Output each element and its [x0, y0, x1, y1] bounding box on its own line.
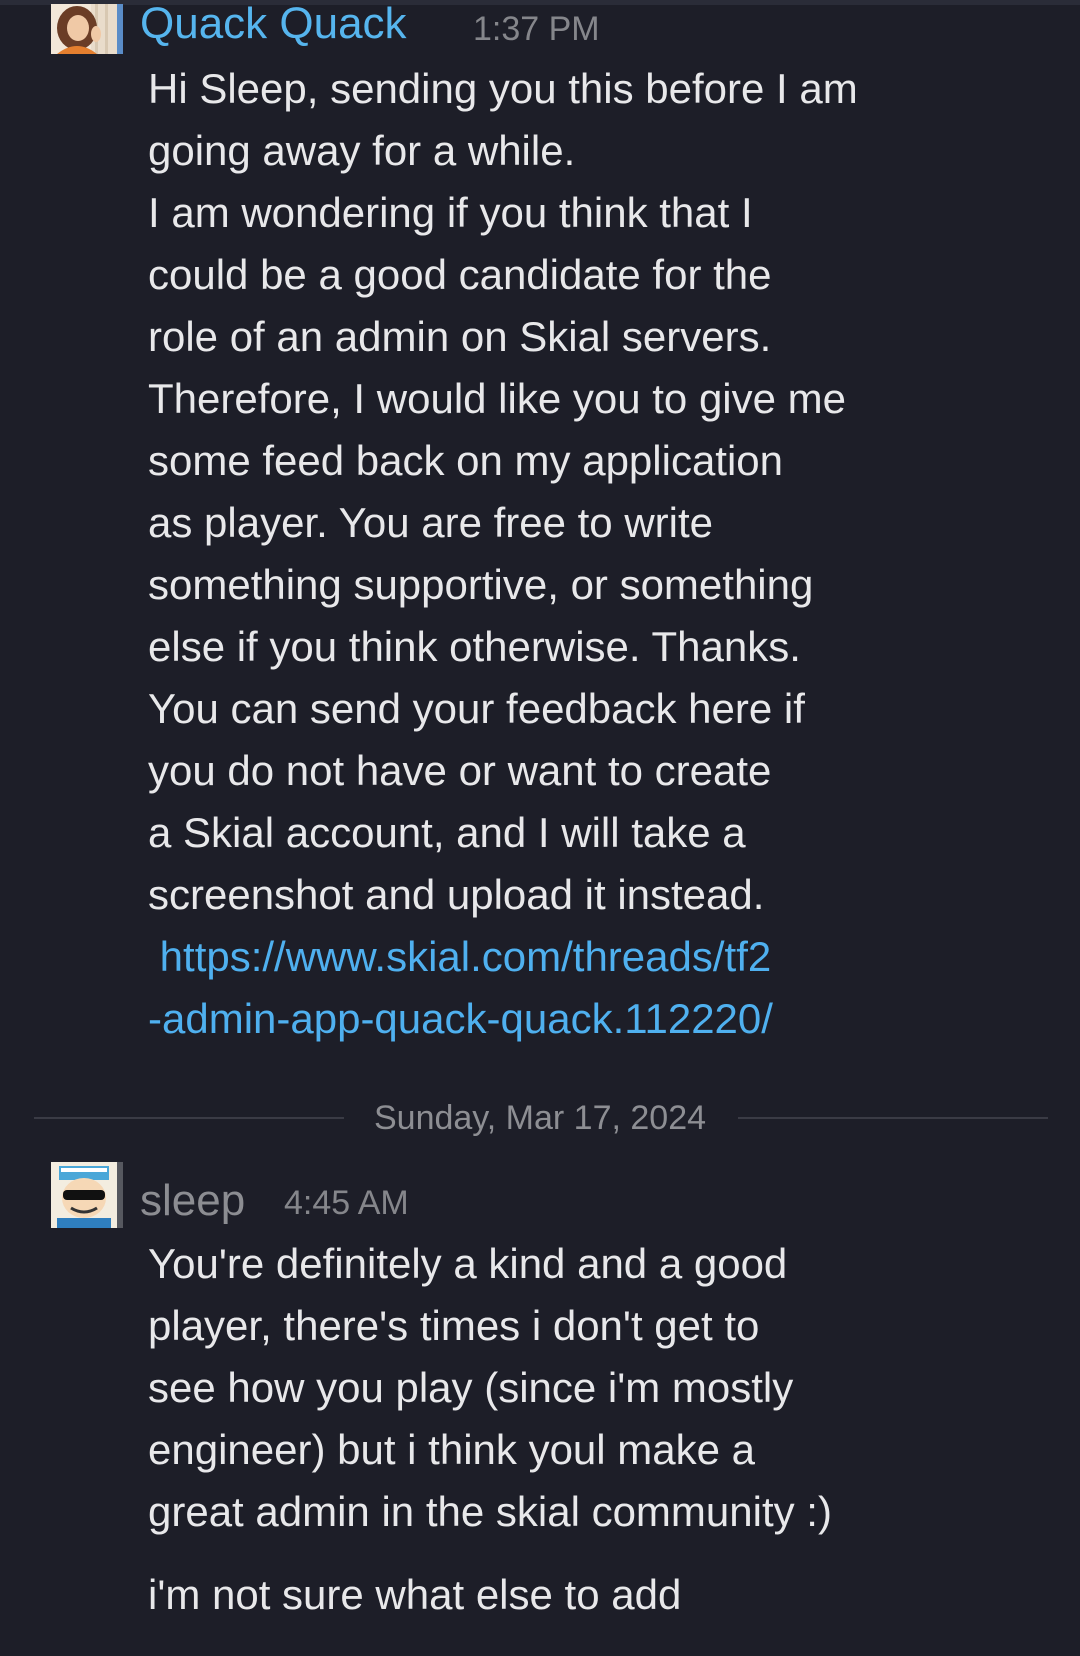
- followup-message: i'm not sure what else to add: [148, 1564, 1028, 1626]
- author-name[interactable]: sleep: [140, 1179, 245, 1223]
- avatar-status-bar: [117, 1162, 123, 1228]
- avatar-quack-quack[interactable]: [51, 4, 117, 54]
- message-line: engineer) but i think youl make a: [148, 1426, 756, 1473]
- divider-line-right: [738, 1117, 1048, 1119]
- avatar-sleep[interactable]: [51, 1162, 117, 1228]
- message-line: going away for a while.: [148, 127, 576, 174]
- thread-link[interactable]: https://www.skial.com/threads/tf2: [148, 926, 1028, 988]
- message-line: Therefore, I would like you to give me: [148, 375, 847, 422]
- message-body: Hi Sleep, sending you this before I am g…: [148, 58, 1028, 1050]
- message-line: You're definitely a kind and a good: [148, 1240, 788, 1287]
- message-line: role of an admin on Skial servers.: [148, 313, 772, 360]
- message-line: a Skial account, and I will take a: [148, 809, 746, 856]
- message-line: I am wondering if you think that I: [148, 189, 753, 236]
- message-timestamp: 1:37 PM: [473, 10, 600, 48]
- message-timestamp: 4:45 AM: [284, 1184, 409, 1222]
- message-line: player, there's times i don't get to: [148, 1302, 760, 1349]
- avatar-status-bar: [117, 4, 123, 54]
- message-line: as player. You are free to write: [148, 499, 714, 546]
- message-line: could be a good candidate for the: [148, 251, 772, 298]
- message-line: see how you play (since i'm mostly: [148, 1364, 794, 1411]
- message-line: else if you think otherwise. Thanks.: [148, 623, 801, 670]
- author-name[interactable]: Quack Quack: [140, 2, 407, 46]
- message-line: You can send your feedback here if: [148, 685, 805, 732]
- message-line: some feed back on my application: [148, 437, 784, 484]
- message-line: Hi Sleep, sending you this before I am: [148, 65, 858, 112]
- message-line: you do not have or want to create: [148, 747, 772, 794]
- divider-line-left: [34, 1117, 344, 1119]
- message-body: You're definitely a kind and a good play…: [148, 1233, 1028, 1543]
- message-line: i'm not sure what else to add: [148, 1571, 682, 1618]
- divider-date-label: Sunday, Mar 17, 2024: [373, 1099, 707, 1137]
- message-line: screenshot and upload it instead.: [148, 871, 765, 918]
- message-line: great admin in the skial community :): [148, 1488, 832, 1535]
- message-line: something supportive, or something: [148, 561, 814, 608]
- thread-link[interactable]: -admin-app-quack-quack.112220/: [148, 988, 1028, 1050]
